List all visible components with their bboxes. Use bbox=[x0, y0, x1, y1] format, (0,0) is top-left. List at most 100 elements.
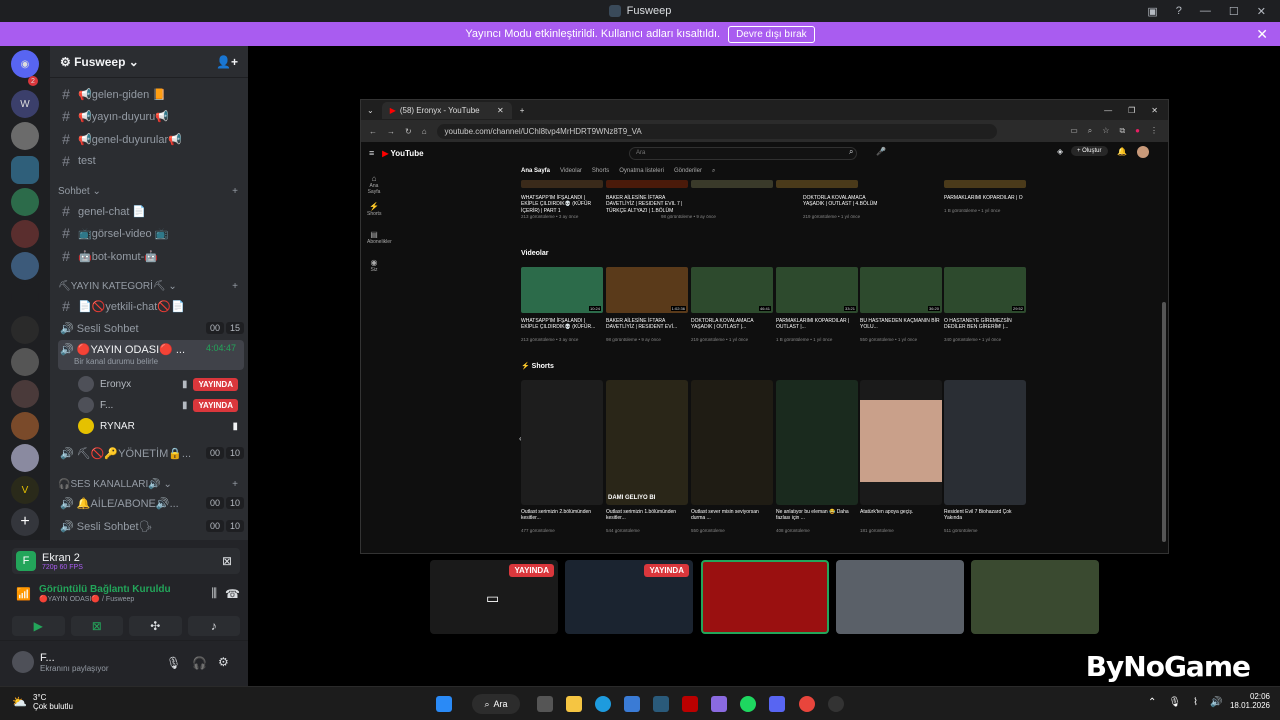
store-icon[interactable] bbox=[624, 696, 640, 712]
server-icon[interactable] bbox=[11, 412, 39, 440]
noise-suppression-icon[interactable]: ⫼ bbox=[212, 586, 218, 601]
short-title[interactable]: Outlast serimizin 2.bölümünden kesitler.… bbox=[521, 509, 603, 522]
video-title[interactable]: BAKER AİLESİNE İFTARA DAVETLİYİZ | RESID… bbox=[606, 318, 688, 331]
disconnect-icon[interactable]: ☎ bbox=[225, 587, 240, 601]
add-member-icon[interactable]: 👤+ bbox=[216, 55, 238, 69]
connection-status[interactable]: Görüntülü Bağlantı Kuruldu bbox=[39, 584, 204, 595]
weather-widget[interactable]: ⛅ 3°C Çok bulutlu bbox=[12, 693, 73, 711]
back-icon[interactable]: ← bbox=[369, 127, 377, 136]
participant-tile[interactable] bbox=[836, 560, 964, 634]
short-thumbnail[interactable] bbox=[776, 380, 858, 505]
close-icon[interactable]: ✕ bbox=[1151, 106, 1158, 115]
add-server-icon[interactable]: + bbox=[11, 508, 39, 536]
menu-icon[interactable]: ⋮ bbox=[1150, 126, 1158, 136]
discord-home-icon[interactable]: ◉ bbox=[11, 50, 39, 78]
edge-icon[interactable] bbox=[595, 696, 611, 712]
app-icon[interactable] bbox=[828, 696, 844, 712]
video-thumbnail[interactable]: 36:20 bbox=[860, 267, 942, 313]
cast-icon[interactable]: ◈ bbox=[1057, 147, 1063, 156]
tab-playlists[interactable]: Oynatma listeleri bbox=[619, 168, 664, 175]
participant-tile[interactable]: YAYINDA ▭ bbox=[430, 560, 558, 634]
tab-posts[interactable]: Gönderiler bbox=[674, 168, 702, 175]
minimize-button[interactable]: — bbox=[1200, 5, 1211, 17]
server-icon[interactable] bbox=[11, 252, 39, 280]
video-thumbnail[interactable] bbox=[776, 180, 858, 188]
short-title[interactable]: Ne anlatıyor bu eleman 😂 Daha fazlası iç… bbox=[776, 509, 858, 522]
connection-location[interactable]: 🔴YAYIN ODASI🔴 / Fusweep bbox=[39, 595, 204, 603]
avatar[interactable] bbox=[1137, 146, 1149, 158]
video-thumbnail[interactable] bbox=[691, 180, 773, 188]
soundboard-button[interactable]: ♪ bbox=[187, 616, 240, 636]
activities-button[interactable]: ✣ bbox=[129, 616, 182, 636]
channel-genel-chat[interactable]: # genel-chat 📄 bbox=[58, 201, 244, 221]
server-icon[interactable] bbox=[11, 284, 39, 312]
video-title[interactable]: PARMAKLARIMI KOPARDILAR | OUTLAST |... bbox=[776, 318, 858, 331]
create-button[interactable]: + Oluştur bbox=[1071, 146, 1108, 156]
add-channel-icon[interactable]: + bbox=[232, 186, 238, 197]
participant-tile-speaking[interactable] bbox=[701, 560, 829, 634]
close-button[interactable]: ✕ bbox=[1257, 5, 1266, 18]
microphone-icon[interactable]: 🎙 bbox=[166, 656, 181, 670]
scrollbar[interactable] bbox=[1162, 302, 1166, 542]
channel-genel-duyurular[interactable]: # 📢genel-duyurular📢 bbox=[58, 129, 244, 149]
search-icon[interactable]: ⌕ bbox=[849, 147, 853, 157]
close-tab-icon[interactable]: ✕ bbox=[497, 106, 504, 115]
address-field[interactable]: youtube.com/channel/UChl8tvp4MrHDRT9WNz8… bbox=[436, 123, 997, 139]
video-title[interactable]: WHATSAPP'IM İFŞALANDI | EKİPLE ÇILDIRDIK… bbox=[521, 195, 603, 214]
short-thumbnail[interactable] bbox=[860, 380, 942, 505]
voice-channel-yonetim[interactable]: 🔊 ⛏🚫🔑YÖNETİM🔒... 00 10 bbox=[58, 443, 244, 463]
windows-start-icon[interactable] bbox=[436, 696, 452, 712]
server-icon[interactable] bbox=[11, 380, 39, 408]
video-thumbnail[interactable] bbox=[606, 180, 688, 188]
minimize-icon[interactable]: — bbox=[1104, 106, 1112, 115]
video-thumbnail[interactable]: 1:02:36 bbox=[606, 267, 688, 313]
short-thumbnail[interactable] bbox=[944, 380, 1026, 505]
nav-shorts[interactable]: ⚡ Shorts bbox=[367, 202, 381, 217]
disable-streamer-mode-button[interactable]: Devre dışı bırak bbox=[728, 25, 815, 43]
browser-tab[interactable]: ▶ (58) Eronyx - YouTube ✕ bbox=[381, 101, 512, 119]
server-icon[interactable]: V bbox=[11, 476, 39, 504]
video-thumbnail[interactable]: 29:52 bbox=[944, 267, 1026, 313]
tab-home[interactable]: Ana Sayfa bbox=[521, 168, 550, 175]
short-thumbnail[interactable]: DAMI GELIYO BI bbox=[606, 380, 688, 505]
tab-shorts[interactable]: Shorts bbox=[592, 168, 609, 175]
channel-yayin-duyuru[interactable]: # 📢yayın-duyuru📢 bbox=[58, 106, 244, 126]
tab-videos[interactable]: Videolar bbox=[560, 168, 582, 175]
volume-icon[interactable]: 🔊 bbox=[1210, 697, 1222, 708]
cast-icon[interactable]: ▭ bbox=[1070, 126, 1078, 136]
video-thumbnail[interactable]: 46:41 bbox=[691, 267, 773, 313]
screen-share-preview[interactable]: F Ekran 2 720p 60 FPS ⊠ bbox=[12, 548, 240, 574]
taskbar-search[interactable]: ⌕ Ara bbox=[472, 694, 520, 714]
server-icon-fusweep[interactable] bbox=[11, 156, 39, 184]
channel-status[interactable]: Bir kanal durumu belirle bbox=[60, 357, 158, 366]
headphones-icon[interactable]: 🎧 bbox=[192, 656, 207, 670]
server-icon[interactable]: W bbox=[11, 90, 39, 118]
network-icon[interactable]: ⌇ bbox=[1193, 697, 1198, 708]
short-title[interactable]: Outlast serimizin 1.bölümünden kesitler.… bbox=[606, 509, 688, 522]
inbox-icon[interactable]: ▣ bbox=[1147, 5, 1157, 18]
app-icon[interactable] bbox=[711, 696, 727, 712]
voice-user-f[interactable]: F... ▮ YAYINDA bbox=[78, 395, 238, 415]
channel-test[interactable]: # test bbox=[58, 151, 244, 171]
participant-tile[interactable] bbox=[971, 560, 1099, 634]
profile-icon[interactable]: ● bbox=[1135, 126, 1140, 136]
stop-stream-icon[interactable]: ⊠ bbox=[222, 554, 240, 568]
video-title[interactable]: PARMAKLARIMI KOPARDILAR | O bbox=[944, 195, 1026, 201]
microphone-icon[interactable]: 🎙 bbox=[1168, 697, 1181, 708]
clock[interactable]: 02:06 18.01.2026 bbox=[1224, 692, 1270, 710]
category-ses[interactable]: 🎧SES KANALLARI🔊 ⌄ + bbox=[58, 479, 238, 490]
task-view-icon[interactable] bbox=[537, 696, 553, 712]
video-thumbnail[interactable]: 10:24 bbox=[521, 267, 603, 313]
chevron-up-icon[interactable]: ⌃ bbox=[1148, 697, 1156, 708]
netflix-icon[interactable] bbox=[682, 696, 698, 712]
voice-channel-yayin-odasi[interactable]: 🔊 🔴YAYIN ODASI🔴 ... 4:04:47 Bir kanal du… bbox=[58, 340, 244, 370]
zoom-icon[interactable]: ⌕ bbox=[1088, 126, 1092, 136]
video-title[interactable]: BU HASTANEDEN KAÇMANIN BİR YOLU... bbox=[860, 318, 942, 331]
extensions-icon[interactable]: ⧉ bbox=[1119, 126, 1125, 136]
voice-channel-aile[interactable]: 🔊 🔔AİLE/ABONE🔊... 00 10 bbox=[58, 493, 244, 513]
shared-screen-browser[interactable]: ⌄ ▶ (58) Eronyx - YouTube ✕ + — ❐ ✕ ← → ↻ ⌂ you… bbox=[360, 99, 1169, 554]
voice-user-rynar[interactable]: RYNAR ▮ bbox=[78, 416, 238, 436]
server-icon[interactable] bbox=[11, 188, 39, 216]
reload-icon[interactable]: ↻ bbox=[405, 127, 412, 136]
video-title[interactable]: DOKTORLA KOVALAMACA YAŞADIK | OUTLAST | … bbox=[803, 195, 885, 208]
